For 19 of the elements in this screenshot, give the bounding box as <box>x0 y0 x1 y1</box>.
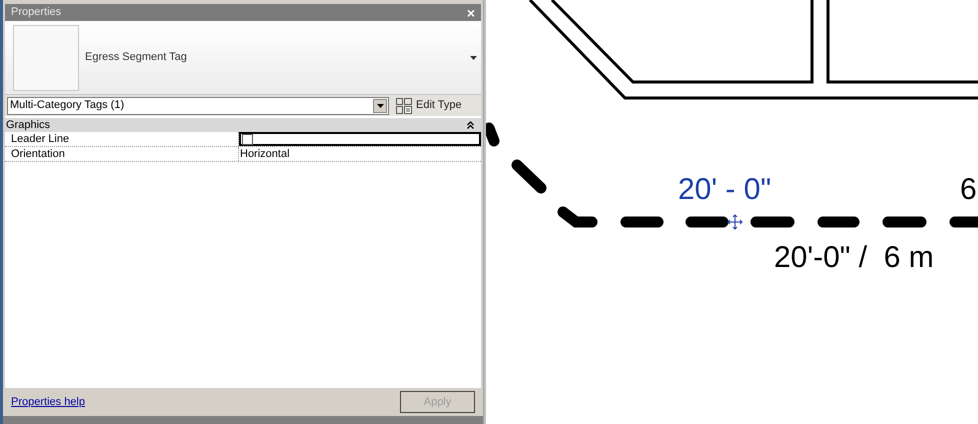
group-header[interactable]: Graphics <box>5 118 481 132</box>
property-label: Leader Line <box>5 132 239 146</box>
property-label: Orientation <box>5 147 239 161</box>
collapse-icon[interactable] <box>467 121 474 129</box>
dimension-tag[interactable]: 20'-0" / 6 m <box>774 240 934 276</box>
panel-title: Properties <box>11 5 62 20</box>
edit-type-icon <box>396 98 412 114</box>
group-name: Graphics <box>6 118 50 133</box>
move-cursor-icon <box>727 214 743 230</box>
dropdown-arrow-icon[interactable] <box>470 56 477 60</box>
properties-help-link[interactable]: Properties help <box>11 394 85 410</box>
leader-line-checkbox[interactable] <box>242 134 253 144</box>
type-thumbnail <box>13 24 79 90</box>
filter-dropdown[interactable]: Multi-Category Tags (1) <box>7 96 389 114</box>
dimension-tag[interactable]: 6 <box>960 172 977 208</box>
type-name: Egress Segment Tag <box>85 50 188 66</box>
selected-dimension-tag[interactable]: 20' - 0" <box>678 172 772 208</box>
property-value[interactable]: Horizontal <box>239 147 481 161</box>
close-button[interactable]: × <box>466 6 475 20</box>
